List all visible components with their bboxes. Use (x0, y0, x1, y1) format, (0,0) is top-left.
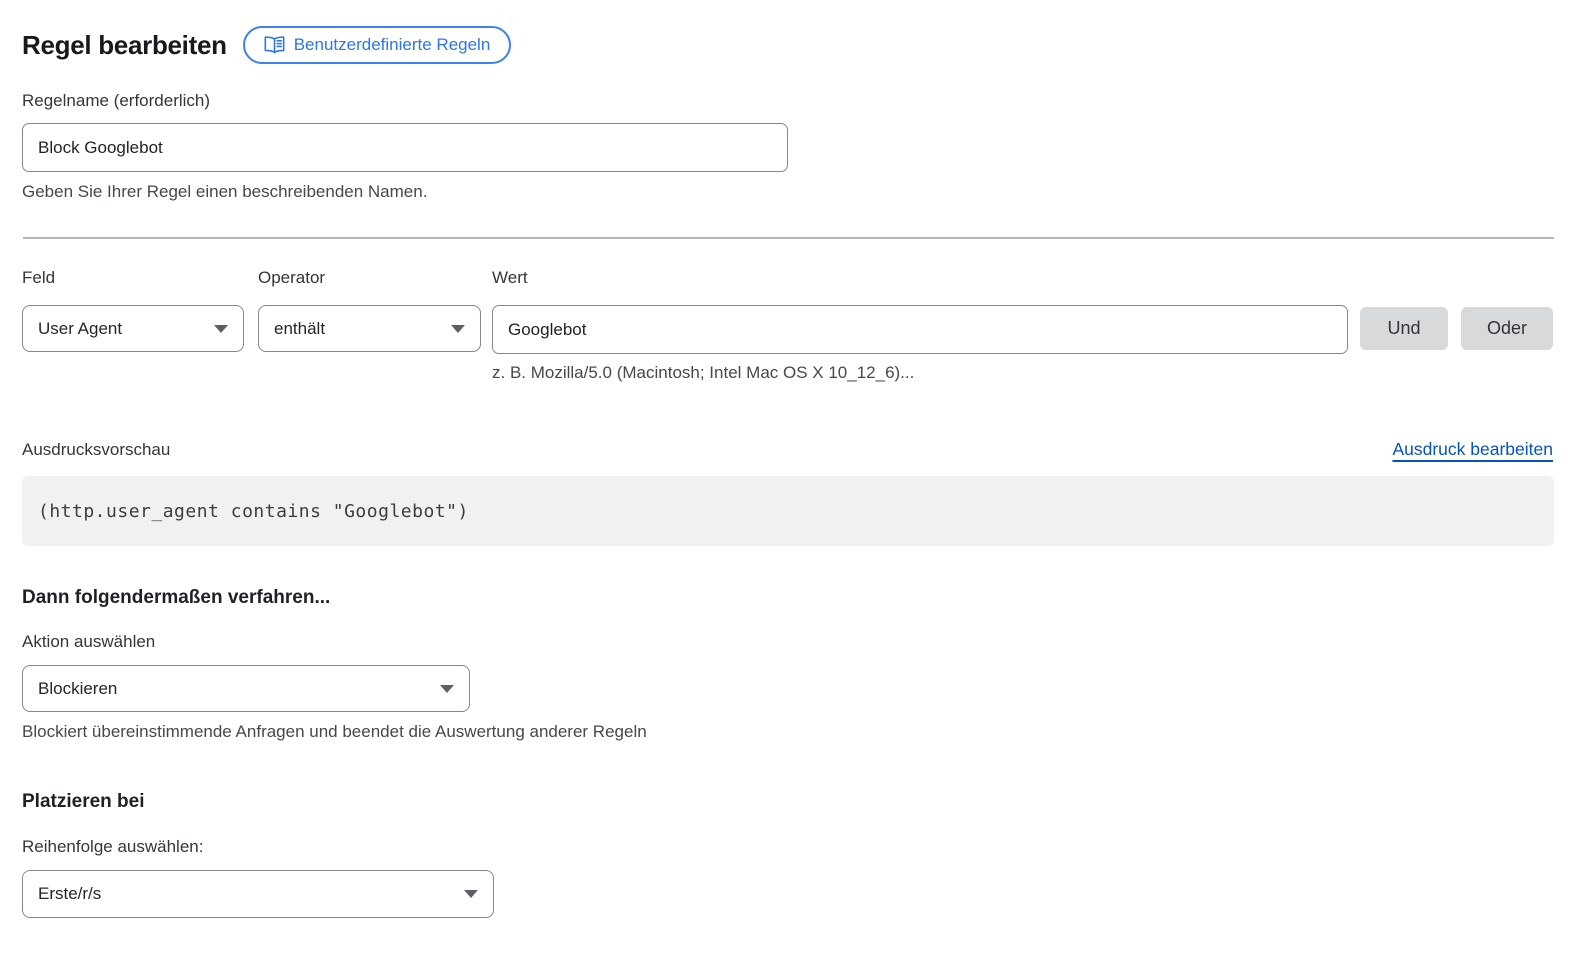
rule-name-input[interactable] (22, 123, 788, 172)
chevron-down-icon (214, 325, 228, 333)
placement-order-select[interactable]: Erste/r/s (22, 870, 494, 918)
rule-name-helper: Geben Sie Ihrer Regel einen beschreibend… (22, 182, 1554, 202)
value-label: Wert (492, 268, 1348, 288)
field-select-value: User Agent (38, 319, 122, 339)
edit-rule-page: Regel bearbeiten Benutzerdefinierte Rege… (0, 0, 1570, 918)
value-helper: z. B. Mozilla/5.0 (Macintosh; Intel Mac … (492, 363, 1348, 383)
expression-preview-header: Ausdrucksvorschau Ausdruck bearbeiten (22, 439, 1553, 460)
field-label: Feld (22, 268, 244, 288)
expression-builder-row: Feld User Agent Operator enthält Wert z.… (22, 268, 1554, 383)
operator-select-value: enthält (274, 319, 325, 339)
chevron-down-icon (464, 890, 478, 898)
and-button[interactable]: Und (1360, 307, 1448, 350)
chevron-down-icon (451, 325, 465, 333)
logic-buttons: Und Oder (1360, 268, 1553, 350)
operator-label: Operator (258, 268, 481, 288)
action-select-value: Blockieren (38, 679, 117, 699)
action-select-label: Aktion auswählen (22, 632, 1554, 652)
expression-code: (http.user_agent contains "Googlebot") (38, 501, 469, 522)
action-helper: Blockiert übereinstimmende Anfragen und … (22, 722, 1554, 742)
open-book-icon (264, 36, 285, 54)
placement-order-value: Erste/r/s (38, 884, 101, 904)
field-column: Feld User Agent (22, 268, 244, 352)
action-section-heading: Dann folgendermaßen verfahren... (22, 586, 1554, 610)
operator-column: Operator enthält (258, 268, 481, 352)
page-title: Regel bearbeiten (22, 30, 227, 61)
edit-expression-link[interactable]: Ausdruck bearbeiten (1392, 439, 1553, 460)
chevron-down-icon (440, 685, 454, 693)
page-header: Regel bearbeiten Benutzerdefinierte Rege… (22, 25, 1554, 65)
or-button[interactable]: Oder (1461, 307, 1553, 350)
placement-section-heading: Platzieren bei (22, 790, 1554, 814)
expression-preview-box: (http.user_agent contains "Googlebot") (22, 476, 1554, 546)
value-input[interactable] (492, 305, 1348, 354)
placement-order-label: Reihenfolge auswählen: (22, 837, 1554, 857)
custom-rules-badge-label: Benutzerdefinierte Regeln (294, 35, 491, 55)
field-select[interactable]: User Agent (22, 305, 244, 352)
value-column: Wert z. B. Mozilla/5.0 (Macintosh; Intel… (492, 268, 1348, 383)
rule-name-label: Regelname (erforderlich) (22, 91, 1554, 111)
action-select[interactable]: Blockieren (22, 665, 470, 712)
operator-select[interactable]: enthält (258, 305, 481, 352)
section-divider (23, 237, 1554, 239)
custom-rules-badge-button[interactable]: Benutzerdefinierte Regeln (243, 26, 512, 64)
expression-preview-label: Ausdrucksvorschau (22, 440, 170, 460)
